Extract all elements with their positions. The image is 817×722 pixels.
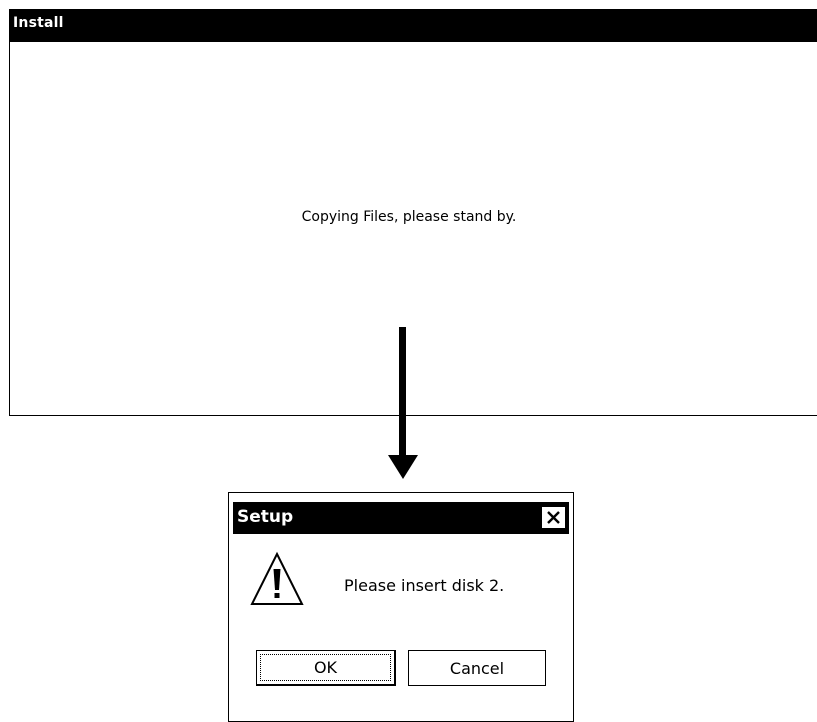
close-icon	[547, 511, 560, 524]
install-titlebar[interactable]: Install	[10, 10, 817, 42]
close-button[interactable]	[541, 506, 566, 529]
warning-icon	[250, 551, 304, 605]
ok-button-label: OK	[313, 658, 338, 677]
ok-button[interactable]: OK	[256, 650, 396, 686]
cancel-button[interactable]: Cancel	[408, 650, 546, 686]
ok-focus-ring: OK	[260, 654, 391, 681]
setup-titlebar[interactable]: Setup	[233, 502, 569, 534]
install-status-message: Copying Files, please stand by.	[301, 209, 517, 225]
setup-dialog-message: Please insert disk 2.	[344, 576, 505, 595]
setup-dialog-title: Setup	[237, 507, 294, 527]
cancel-button-label: Cancel	[449, 658, 505, 678]
arrow-down-icon	[388, 327, 418, 479]
setup-dialog: Setup Please insert disk 2. OK Cancel	[228, 492, 574, 722]
install-window-title: Install	[13, 15, 64, 31]
